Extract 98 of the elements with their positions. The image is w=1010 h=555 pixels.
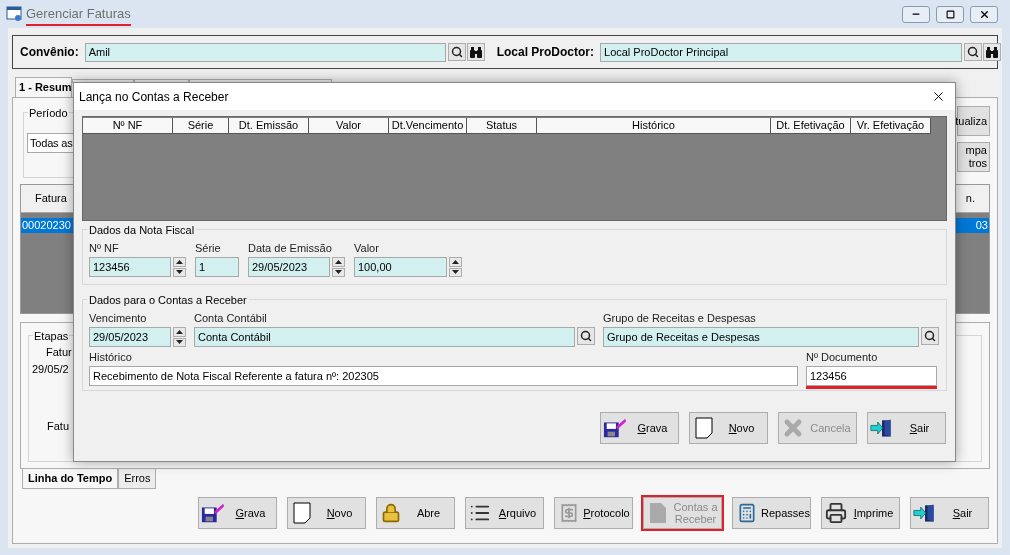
toolbar-button[interactable]: Sair [910,497,989,529]
toolbar-button[interactable]: Grava [198,497,277,529]
padlock-icon [381,503,401,523]
down-arrow-icon [335,270,342,275]
input-field[interactable]: 1 [195,257,239,277]
up-arrow-icon [176,329,183,334]
blank-page-icon [695,417,713,439]
calculator-icon [737,503,757,523]
toolbar-button[interactable]: Novo [287,497,366,529]
document-icon [649,502,667,524]
field-label: Série [195,241,221,256]
receipt-icon [559,503,579,523]
floppy-disk-icon [603,417,627,439]
input-field[interactable]: Amil [84,42,446,62]
search-button[interactable] [577,327,595,345]
search-icon [967,46,979,58]
toolbar-button[interactable]: Abre [376,497,455,529]
filter-label: Local ProDoctor: [496,44,594,61]
down-arrow-icon [452,270,459,275]
tab[interactable]: Erros [118,469,157,489]
column-header: Valor [309,118,389,134]
column-header: Nº NF [83,118,173,134]
column-header: Dt. Emissão [229,118,309,134]
close-button[interactable] [970,5,998,23]
toolbar-button[interactable]: Novo [689,412,768,444]
up-arrow-icon [452,259,459,264]
side-button[interactable]: tualiza [957,106,990,136]
tab[interactable]: 1 - Resum [15,77,72,97]
toolbar-button[interactable]: Repasses [732,497,811,529]
column-header: Série [173,118,229,134]
column-header: Fatura [35,191,67,207]
field-label: Nº NF [89,241,119,256]
down-arrow-icon [176,270,183,275]
column-header: Histórico [537,118,771,134]
spinner-control[interactable] [173,327,186,347]
field-label: Grupo de Receitas e Despesas [603,311,756,326]
search-button[interactable] [964,43,982,61]
column-header: Vr. Efetivação [851,118,931,134]
toolbar-button[interactable]: Imprime [821,497,900,529]
field-label: Valor [354,241,379,256]
field-label: Histórico [89,350,132,365]
search-button[interactable] [921,327,939,345]
input-field[interactable]: Conta Contábil [194,327,575,347]
toolbar-button[interactable]: Protocolo [554,497,633,529]
input-field[interactable]: 29/05/2023 [248,257,330,277]
input-field[interactable]: Grupo de Receitas e Despesas [603,327,919,347]
column-header: Dt.Vencimento [389,118,467,134]
input-field[interactable]: Recebimento de Nota Fiscal Referente a fatura nº: 202305 [89,366,798,386]
window-title: Gerenciar Faturas [26,4,131,24]
floppy-disk-icon [201,502,225,524]
stage-text: Fatu [47,419,69,434]
up-arrow-icon [176,259,183,264]
spinner-control[interactable] [449,257,462,277]
field-label: Conta Contábil [194,311,267,326]
up-arrow-icon [335,259,342,264]
exit-door-icon [870,417,894,439]
minimize-button[interactable] [902,5,930,23]
filter-label: Convênio: [20,44,79,61]
window-app-icon [6,6,22,22]
input-field[interactable]: Local ProDoctor Principal [600,42,962,62]
binoculars-icon [986,46,998,58]
blank-page-icon [293,502,311,524]
column-header: n. [965,191,975,207]
input-field[interactable]: 123456 [806,366,937,386]
field-label: Nº Documento [806,350,878,365]
toolbar-button[interactable]: Sair [867,412,946,444]
toolbar-button[interactable]: Grava [600,412,679,444]
dialog-title: Lança no Contas a Receber [79,88,229,106]
search-icon [450,46,463,58]
column-header: Dt. Efetivação [771,118,851,134]
table-cell: 03 [975,218,988,233]
search-button[interactable] [447,43,466,61]
close-icon [978,8,990,20]
select-field[interactable]: Todas as [27,133,75,153]
stage-text: Fatur [46,345,72,360]
maximize-icon [945,9,955,19]
field-label: Data de Emissão [248,241,332,256]
spinner-control[interactable] [173,257,186,277]
spinner-control[interactable] [332,257,345,277]
side-button[interactable]: mpa tros [957,142,990,172]
input-field[interactable]: 123456 [89,257,171,277]
table-cell: 00020230 [22,218,71,233]
binoculars-button[interactable] [983,43,1001,61]
tab[interactable]: Linha do Tempo [22,469,119,489]
printer-icon [825,502,847,524]
exit-door-icon [913,502,937,524]
field-label: Vencimento [89,311,147,326]
input-field[interactable]: 100,00 [354,257,447,277]
binoculars-button[interactable] [466,43,485,61]
input-field[interactable]: 29/05/2023 [89,327,171,347]
column-header: Status [467,118,537,134]
toolbar-button[interactable]: Arquivo [465,497,544,529]
down-arrow-icon [176,340,183,345]
binoculars-icon [469,46,482,58]
search-icon [924,330,936,342]
search-icon [580,330,592,342]
maximize-button[interactable] [936,5,964,23]
stage-text: 29/05/2 [32,362,69,377]
